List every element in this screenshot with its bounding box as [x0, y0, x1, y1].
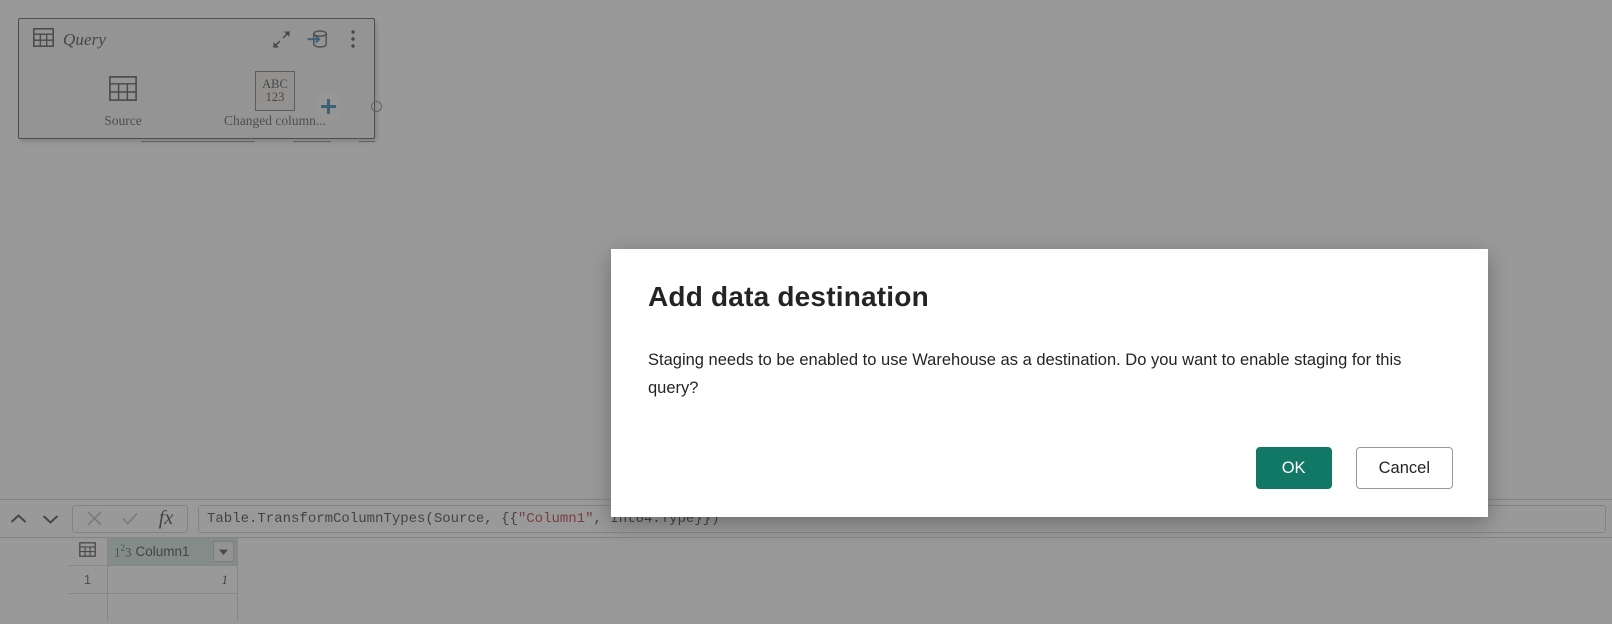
add-data-destination-dialog: Add data destination Staging needs to be… — [611, 249, 1488, 517]
dialog-actions: OK Cancel — [1255, 447, 1453, 489]
cancel-button[interactable]: Cancel — [1355, 447, 1453, 489]
ok-button[interactable]: OK — [1255, 447, 1332, 489]
dialog-title: Add data destination — [648, 281, 929, 312]
dialog-message: Staging needs to be enabled to use Wareh… — [648, 351, 1402, 398]
